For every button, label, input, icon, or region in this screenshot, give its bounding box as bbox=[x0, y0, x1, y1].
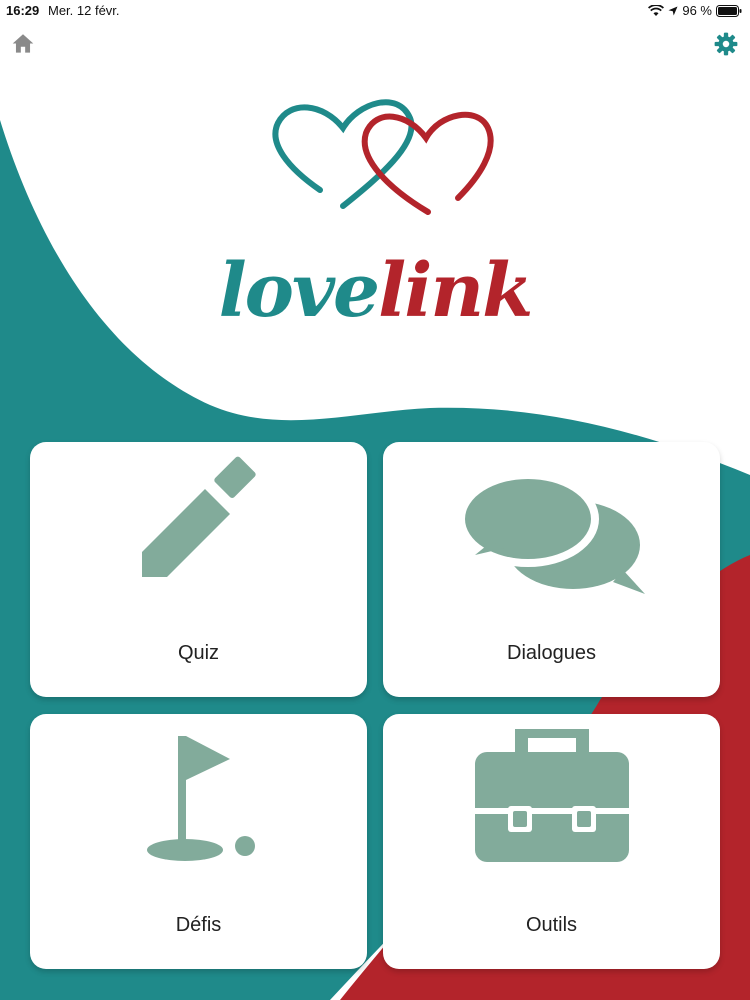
outils-tile[interactable]: Outils bbox=[383, 714, 720, 969]
settings-button[interactable] bbox=[713, 31, 739, 57]
defis-tile[interactable]: Défis bbox=[30, 714, 367, 969]
defis-label: Défis bbox=[175, 914, 222, 936]
dialogues-tile[interactable]: Dialogues bbox=[383, 442, 720, 697]
quiz-tile[interactable]: Quiz bbox=[30, 442, 367, 697]
location-arrow-icon bbox=[668, 6, 678, 15]
battery-icon bbox=[716, 4, 742, 17]
wordmark-love: love bbox=[218, 248, 381, 334]
gear-icon bbox=[714, 32, 738, 56]
speech-bubbles-icon bbox=[457, 471, 645, 594]
home-button[interactable] bbox=[10, 31, 36, 57]
wifi-icon bbox=[648, 4, 665, 16]
quiz-label: Quiz bbox=[177, 642, 220, 664]
dialogues-label: Dialogues bbox=[507, 642, 596, 664]
status-date: Mer. 12 févr. bbox=[48, 3, 120, 18]
status-time: 16:29 bbox=[6, 3, 40, 18]
status-right: 96 % bbox=[648, 3, 742, 18]
home-icon bbox=[12, 34, 34, 53]
status-bar: 16:29 Mer. 12 févr. 96 % bbox=[0, 0, 750, 20]
wordmark-link: link bbox=[378, 248, 533, 334]
toolbox-icon bbox=[475, 729, 629, 862]
hearts-logo-icon bbox=[272, 99, 494, 215]
brand-wordmark: lovelink bbox=[0, 248, 750, 334]
outils-label: Outils bbox=[525, 914, 578, 936]
battery-percent: 96 % bbox=[682, 3, 712, 18]
golf-flag-icon bbox=[147, 736, 255, 861]
pencil-icon bbox=[142, 456, 256, 577]
